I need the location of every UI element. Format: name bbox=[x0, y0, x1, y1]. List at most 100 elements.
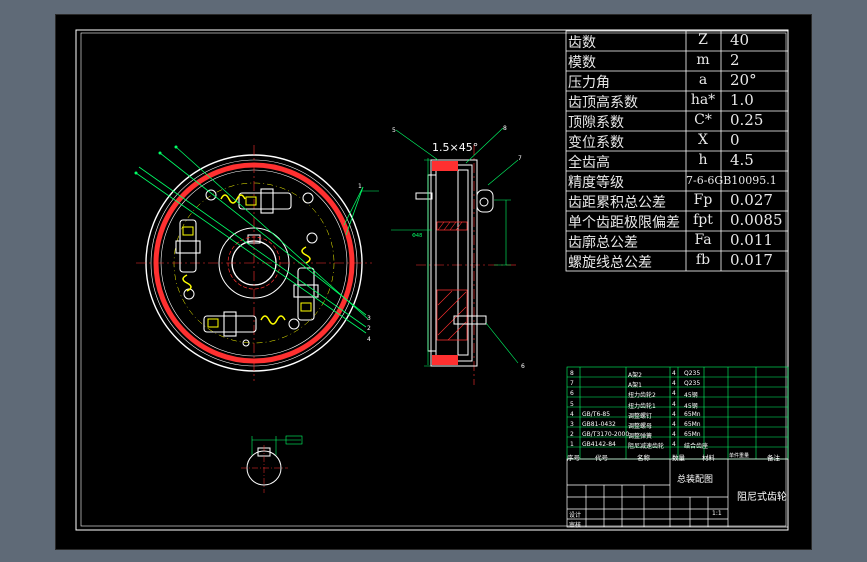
param-symbol: fb bbox=[695, 252, 711, 268]
param-symbol: C* bbox=[694, 112, 712, 128]
bom-header-name: 名称 bbox=[637, 453, 650, 462]
bom-row: 4 GB/T6-85 调整螺钉 4 65Mn bbox=[567, 410, 791, 420]
balloon-3: 3 bbox=[367, 315, 371, 322]
designer-label: 设计 bbox=[569, 512, 582, 519]
param-name: 模数 bbox=[568, 55, 596, 71]
balloon-7: 7 bbox=[518, 155, 522, 162]
param-symbol: h bbox=[698, 152, 708, 168]
bom-material: 45钢 bbox=[684, 392, 698, 400]
chamfer-dimension: 1.5×45° bbox=[432, 141, 479, 154]
bom-no: 2 bbox=[570, 431, 574, 439]
gear-front-view bbox=[134, 145, 372, 381]
param-row: 螺旋线总公差 fb 0.017 bbox=[566, 251, 801, 271]
param-value: 40 bbox=[730, 31, 750, 49]
bom-name: 调整螺母 bbox=[628, 422, 653, 430]
param-name: 压力角 bbox=[568, 75, 610, 91]
bom-name: 扭力齿轮2 bbox=[628, 392, 656, 400]
bom-row: 2 GB/T3170-2000 调整弹簧 4 65Mn bbox=[567, 430, 791, 440]
param-value: 0 bbox=[730, 131, 740, 149]
bom-name: A架1 bbox=[628, 382, 642, 390]
param-name: 精度等级 bbox=[568, 175, 624, 191]
gear-parameter-table: 齿数 Z 40 模数 m 2 压力角 a 20° 齿顶高系数 ha* 1.0 顶隙系数 C* 0.2… bbox=[566, 31, 801, 271]
bom-row: 3 GB81-0432 调整螺母 4 65Mn bbox=[567, 420, 791, 430]
param-value: 20° bbox=[730, 71, 757, 89]
param-row: 齿距累积总公差 Fp 0.027 bbox=[566, 191, 801, 211]
bom-header-qty: 数量 bbox=[672, 453, 685, 462]
param-symbol: a bbox=[698, 72, 708, 88]
bom-name: 调整弹簧 bbox=[628, 433, 653, 441]
param-value: 0.25 bbox=[730, 111, 764, 129]
bom-material: 65Mn bbox=[684, 431, 701, 439]
param-row: 压力角 a 20° bbox=[566, 71, 801, 91]
bom-no: 3 bbox=[570, 420, 574, 428]
param-row: 齿廓总公差 Fa 0.011 bbox=[566, 231, 801, 251]
balloon-2: 2 bbox=[367, 325, 371, 332]
bom-qty: 4 bbox=[672, 400, 676, 408]
bom-material: 65Mn bbox=[684, 410, 701, 418]
bom-header-material: 材料 bbox=[702, 453, 715, 462]
param-row: 全齿高 h 4.5 bbox=[566, 151, 801, 171]
balloon-4: 4 bbox=[367, 336, 371, 343]
bom-row: 1 GB4142-84 阻尼减速齿轮 4 结合齿座 bbox=[567, 440, 791, 450]
drawing-name: 阻尼式齿轮 bbox=[737, 492, 787, 503]
param-symbol: Z bbox=[698, 32, 708, 48]
bom-name: 调整螺钉 bbox=[628, 412, 653, 420]
param-name: 齿距累积总公差 bbox=[568, 195, 666, 211]
param-value: 2 bbox=[730, 51, 740, 69]
bom-header-weight: 单件重量 bbox=[729, 452, 750, 459]
assembly-label: 总装配图 bbox=[677, 475, 714, 485]
param-row: 齿数 Z 40 bbox=[566, 31, 801, 51]
param-name: 变位系数 bbox=[568, 135, 624, 151]
bom-row: 8 A架2 4 Q235 bbox=[567, 369, 791, 379]
bom-header-row: 序号 代号 名称 数量 材料 单件重量 备注 bbox=[567, 451, 791, 463]
param-symbol: fpt bbox=[693, 212, 713, 228]
param-value: 0.027 bbox=[730, 191, 773, 209]
bom-no: 7 bbox=[570, 380, 574, 388]
param-value: 0.011 bbox=[730, 231, 773, 249]
scale-label: 1:1 bbox=[712, 510, 722, 517]
bom-qty: 4 bbox=[672, 410, 676, 418]
param-row: 顶隙系数 C* 0.25 bbox=[566, 111, 801, 131]
bom-qty: 4 bbox=[672, 380, 676, 388]
bom-code: GB4142-84 bbox=[582, 441, 616, 449]
param-name: 全齿高 bbox=[568, 155, 610, 171]
bom-row: 5 扭力齿轮1 4 45钢 bbox=[567, 400, 791, 410]
balloon-1: 1 bbox=[358, 183, 362, 190]
bom-no: 4 bbox=[570, 410, 574, 418]
bom-row: 7 A架1 4 Q235 bbox=[567, 379, 791, 389]
param-row: 单个齿距极限偏差 fpt 0.0085 bbox=[566, 211, 801, 231]
bom-no: 1 bbox=[570, 441, 574, 449]
bom-no: 5 bbox=[570, 400, 574, 408]
bom-code: GB/T6-85 bbox=[582, 410, 611, 418]
bom-name: 扭力齿轮1 bbox=[628, 402, 656, 410]
param-symbol: X bbox=[698, 132, 708, 148]
param-value: 7-6-6GB10095.1 bbox=[686, 174, 777, 187]
bom-qty: 4 bbox=[672, 370, 676, 377]
left-diameter-dimension: Φ48 bbox=[412, 233, 423, 239]
param-row: 齿顶高系数 ha* 1.0 bbox=[566, 91, 801, 111]
param-symbol: Fa bbox=[694, 232, 712, 248]
bom-no: 8 bbox=[570, 370, 574, 377]
bom-material: Q235 bbox=[684, 380, 701, 388]
bom-qty: 4 bbox=[672, 441, 676, 449]
param-name: 螺旋线总公差 bbox=[568, 255, 652, 271]
balloon-6: 6 bbox=[521, 363, 525, 370]
bom-qty: 4 bbox=[672, 390, 676, 398]
param-value: 1.0 bbox=[730, 91, 754, 109]
param-row: 变位系数 X 0 bbox=[566, 131, 801, 151]
bom-name: A架2 bbox=[628, 372, 642, 379]
param-symbol: ha* bbox=[690, 92, 716, 108]
bom-qty: 4 bbox=[672, 431, 676, 439]
param-name: 单个齿距极限偏差 bbox=[568, 215, 680, 231]
bom-row: 6 扭力齿轮2 4 45钢 bbox=[567, 389, 791, 399]
param-name: 齿廓总公差 bbox=[568, 235, 638, 251]
key-detail-view bbox=[241, 435, 303, 493]
bom-qty: 4 bbox=[672, 420, 676, 428]
gear-section-view bbox=[361, 127, 519, 385]
bom-header-remark: 备注 bbox=[767, 453, 780, 462]
bom-name: 阻尼减速齿轮 bbox=[628, 443, 665, 451]
bom-header-code: 代号 bbox=[595, 453, 608, 462]
bom-code: GB/T3170-2000 bbox=[582, 431, 630, 439]
drawing-viewport[interactable]: 1.5×45° Φ48 1 2 3 4 5 6 7 8 齿数 Z 40 模数 m 2 压… bbox=[55, 14, 812, 550]
param-symbol: Fp bbox=[693, 192, 713, 208]
